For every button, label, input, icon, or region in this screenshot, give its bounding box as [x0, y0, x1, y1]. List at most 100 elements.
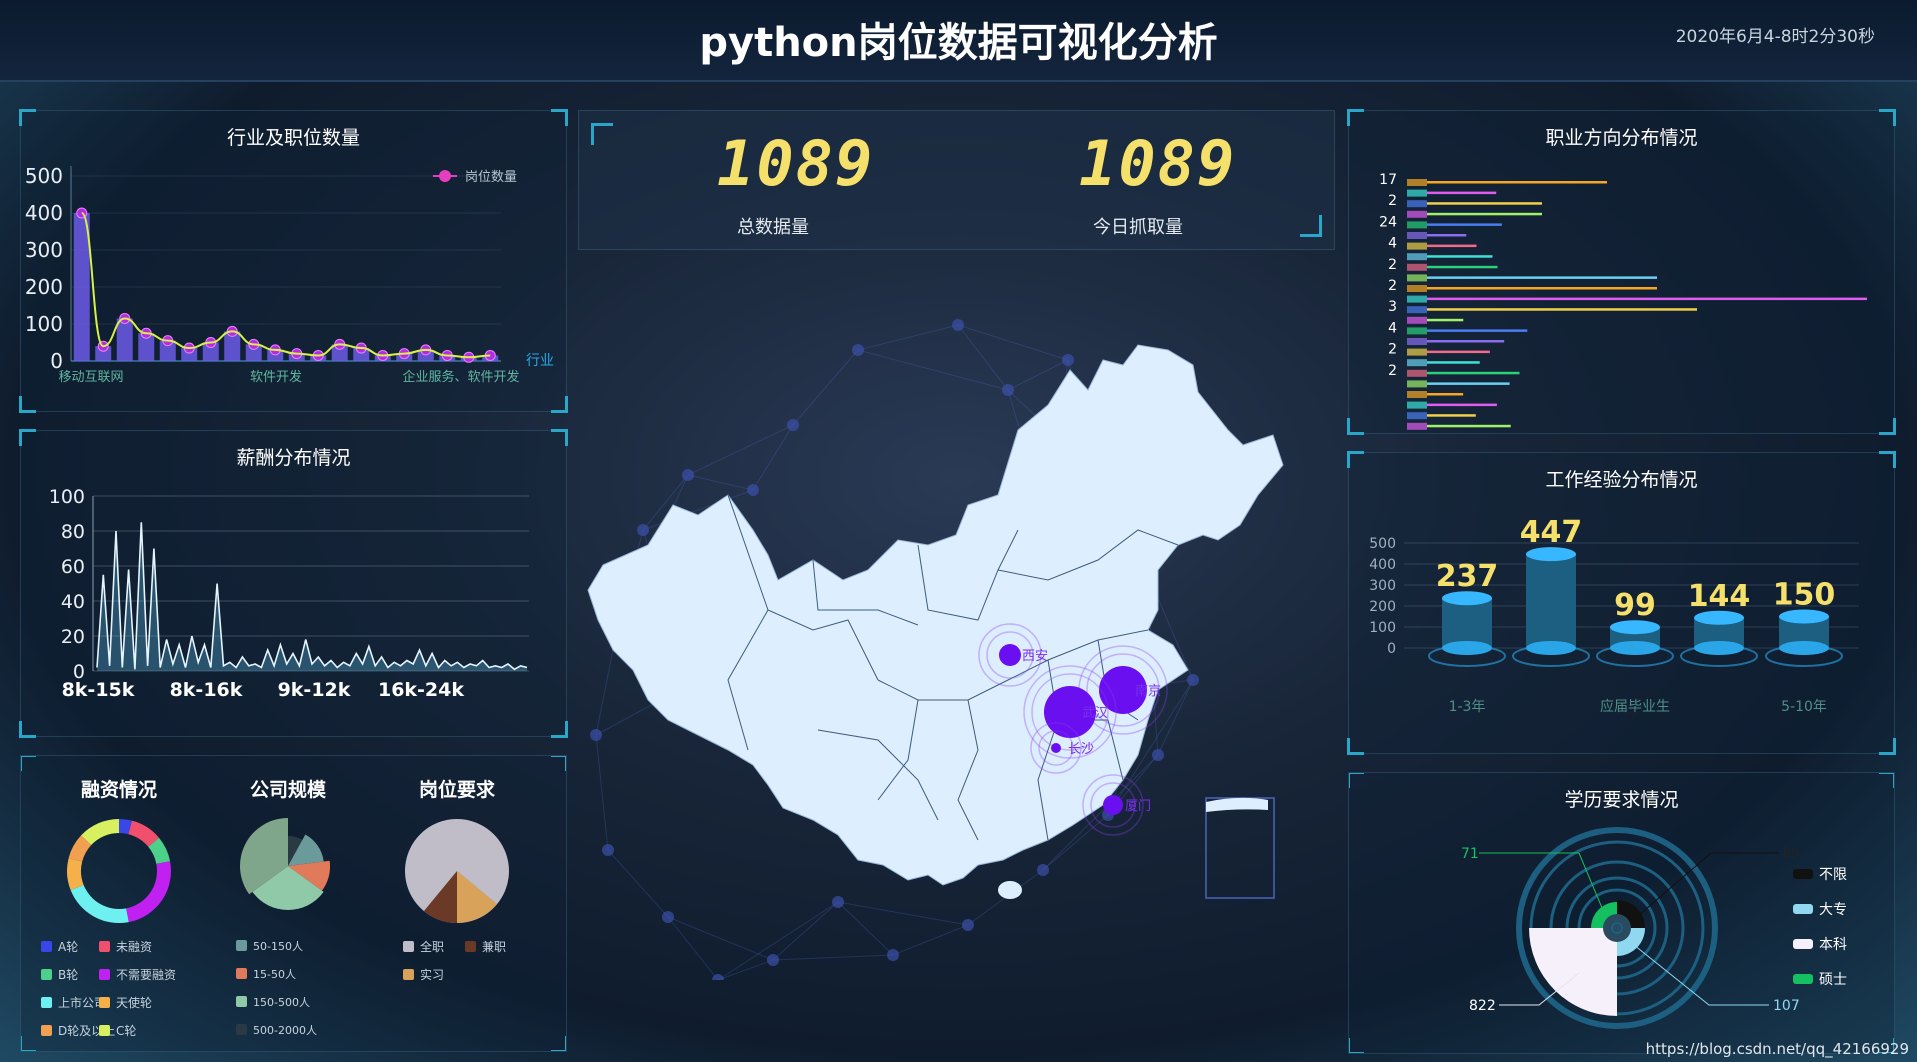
legend-label: C轮 — [116, 1024, 137, 1038]
finance-title: 融资情况 — [81, 778, 157, 801]
callout-line — [1638, 852, 1779, 916]
legend-item: B轮 — [41, 966, 78, 983]
network-node — [747, 484, 759, 496]
y-tick-label: 4 — [1388, 236, 1397, 252]
salary-chart: 0204060801008k-15k 8k-16k 9k-12k 16k-24k — [49, 486, 529, 701]
y-tick-label: 400 — [25, 201, 63, 225]
legend-label: 硕士 — [1819, 972, 1847, 988]
legend-label: 150-500人 — [253, 996, 310, 1009]
network-link — [607, 849, 669, 918]
network-link — [667, 916, 774, 961]
total-count-value: 1089 — [717, 127, 875, 200]
network-link — [1157, 679, 1194, 756]
legend-item: 500-2000人 — [236, 1022, 317, 1038]
network-node — [787, 419, 799, 431]
direction-chart: 17 2 24 4 2 2 3 4 2 2 — [1379, 172, 1867, 430]
watermark: https://blog.csdn.net/qq_42166929 — [1645, 1040, 1909, 1058]
network-link — [772, 954, 894, 961]
x-tick-label: 5-10年 — [1781, 699, 1827, 715]
legend-swatch — [403, 969, 414, 980]
city-label: 厦门 — [1125, 799, 1151, 814]
x-tick-label: 9k-12k — [278, 679, 351, 701]
legend-label: 大专 — [1819, 902, 1847, 918]
city-bubble — [1051, 743, 1061, 753]
y-tick-label: 4 — [1388, 320, 1397, 336]
network-link — [837, 901, 969, 926]
direction-bar — [1427, 329, 1528, 332]
legend-swatch — [99, 941, 110, 952]
network-link — [1007, 359, 1069, 391]
legend-label: 500-2000人 — [253, 1024, 317, 1037]
direction-bar-base — [1407, 348, 1427, 356]
y-tick-label: 500 — [1369, 536, 1396, 552]
legend-swatch — [236, 968, 247, 979]
y-tick-label: 3 — [1388, 299, 1397, 315]
datetime-display: 2020年6月4-8时2分30秒 — [1675, 27, 1875, 47]
network-node — [1187, 674, 1199, 686]
network-link — [957, 324, 1009, 391]
company-size-title: 公司规模 — [250, 778, 327, 801]
network-node — [590, 729, 602, 741]
network-link — [667, 916, 719, 980]
network-node — [1062, 354, 1074, 366]
direction-bar-base — [1407, 200, 1427, 208]
direction-bar-base — [1407, 189, 1427, 197]
direction-bar — [1427, 181, 1607, 184]
y-tick-label: 40 — [61, 591, 85, 613]
direction-bar-base — [1407, 316, 1427, 324]
network-node — [832, 896, 844, 908]
y-tick-label: 80 — [61, 521, 85, 543]
network-link — [957, 324, 1069, 361]
direction-bar-base — [1407, 274, 1427, 282]
experience-chart: 0 100 200 300 400 500 237 1-3年 447 99 应届毕业生 144 150 5… — [1369, 515, 1859, 715]
legend-label: 本科 — [1819, 937, 1847, 953]
direction-bar — [1427, 265, 1498, 269]
finance-slice — [126, 861, 171, 923]
y-tick-label: 20 — [61, 626, 85, 648]
network-node — [662, 911, 674, 923]
direction-bar-base — [1407, 221, 1427, 229]
south-sea-inset — [1205, 797, 1275, 899]
direction-bar — [1427, 191, 1497, 195]
direction-bar-base — [1407, 306, 1427, 314]
direction-bar — [1427, 414, 1476, 417]
direction-bar-base — [1407, 327, 1427, 335]
direction-bar-base — [1407, 401, 1427, 409]
legend-item: 天使轮 — [99, 994, 152, 1011]
legend-swatch — [236, 1024, 247, 1035]
direction-bar — [1427, 393, 1464, 396]
direction-bar — [1427, 202, 1542, 205]
y-tick-label: 100 — [49, 486, 85, 508]
network-node — [1152, 749, 1164, 761]
legend-swatch — [236, 996, 247, 1007]
direction-bar — [1427, 287, 1657, 290]
y-tick-label: 2 — [1388, 363, 1397, 379]
china-map: 西安南京武汉长沙厦门 — [587, 319, 1284, 980]
legend-swatch — [41, 941, 52, 952]
header: python岗位数据可视化分析 2020年6月4-8时2分30秒 — [0, 0, 1917, 82]
legend-swatch — [1793, 869, 1813, 879]
callout-label: 89 — [1782, 846, 1800, 862]
legend-swatch — [41, 1025, 52, 1036]
callout-label: 107 — [1773, 998, 1800, 1014]
y-tick-label: 200 — [1369, 599, 1396, 615]
direction-bar-base — [1407, 253, 1427, 261]
callout-line — [1578, 852, 1606, 916]
y-tick-label: 2 — [1388, 257, 1397, 273]
y-tick-label: 300 — [1369, 578, 1396, 594]
network-link — [857, 324, 959, 351]
network-node — [767, 954, 779, 966]
legend-swatch — [99, 997, 110, 1008]
bar — [116, 318, 133, 361]
legend-swatch — [465, 941, 476, 952]
legend-item: 150-500人 — [236, 994, 310, 1010]
network-node — [1002, 384, 1014, 396]
direction-bar — [1427, 318, 1464, 322]
city-label: 长沙 — [1068, 742, 1094, 757]
china-outline — [587, 344, 1284, 886]
x-tick-label: 8k-15k — [62, 679, 135, 701]
south-sea-inset-land — [1206, 797, 1268, 812]
legend-label: B轮 — [58, 968, 79, 982]
x-axis-label: 行业 — [526, 353, 554, 369]
hainan-island — [998, 881, 1022, 899]
